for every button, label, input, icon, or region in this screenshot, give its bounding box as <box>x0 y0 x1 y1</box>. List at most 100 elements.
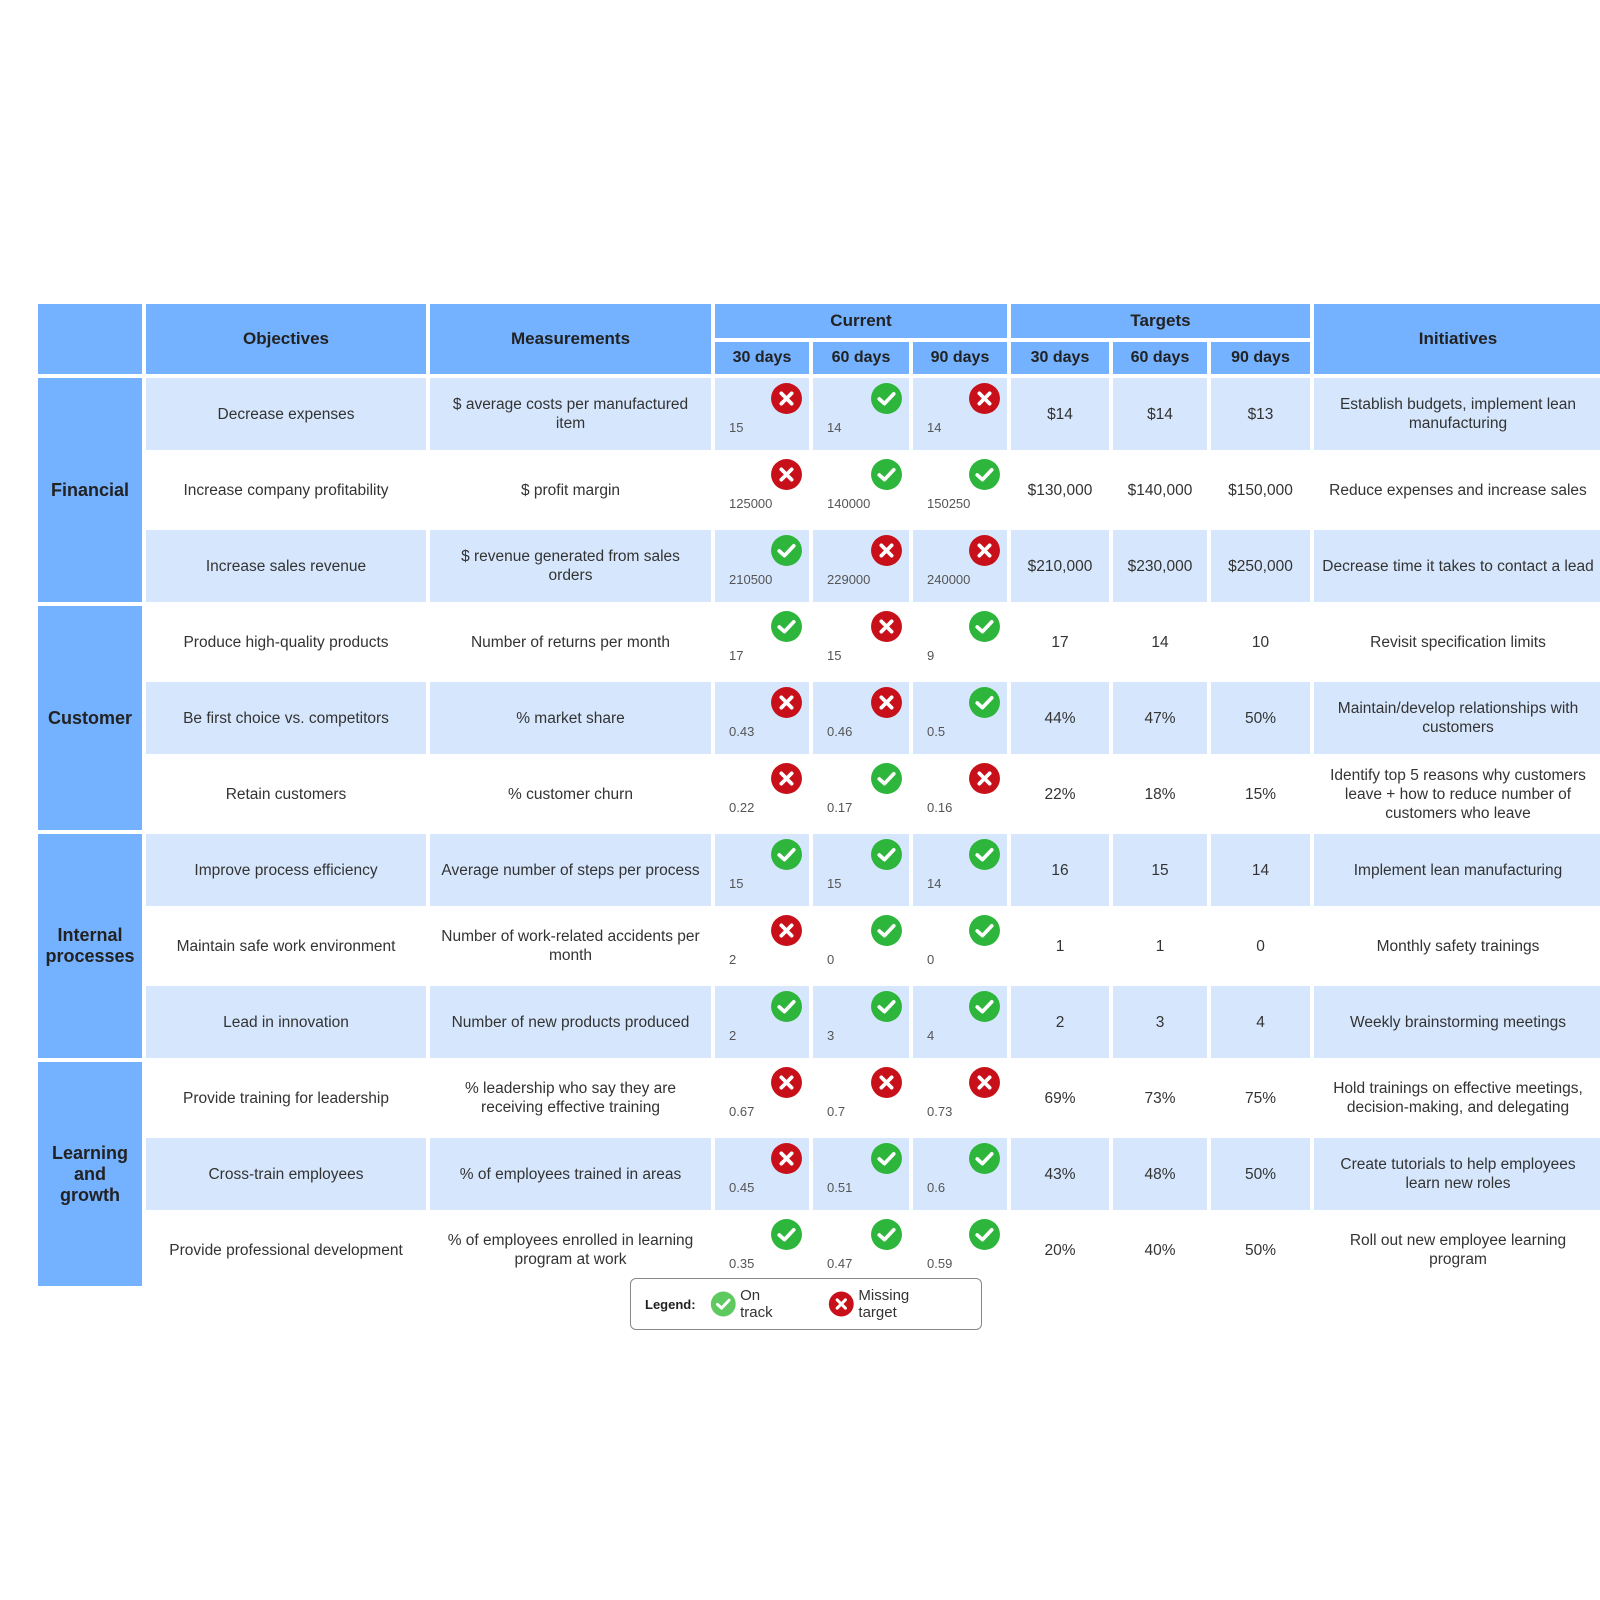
current-cell: 0.47 <box>813 1214 909 1286</box>
current-cell: 0.67 <box>715 1062 809 1134</box>
initiative-cell: Reduce expenses and increase sales <box>1329 481 1587 499</box>
current-value: 0 <box>827 952 835 967</box>
target-cell: 50% <box>1211 1138 1310 1210</box>
initiative-cell: Hold trainings on effective meetings, de… <box>1333 1080 1583 1116</box>
target-cell: 4 <box>1211 986 1310 1058</box>
target-cell: 1 <box>1055 937 1065 955</box>
objective-cell: Provide professional development <box>169 1241 403 1259</box>
header-current: Current <box>715 304 1007 338</box>
target-cell: 15 <box>1113 834 1207 906</box>
legend-missing: Missing target <box>828 1287 947 1321</box>
check-circle-icon <box>968 1142 1001 1175</box>
current-cell: 0.43 <box>715 682 809 754</box>
current-cell: 0.22 <box>715 758 809 830</box>
target-cell: $250,000 <box>1211 530 1310 602</box>
current-cell: 150250 <box>913 454 1007 526</box>
objective-cell: Maintain safe work environment <box>176 937 396 955</box>
measurement-cell: Number of returns per month <box>470 633 670 651</box>
current-value: 229000 <box>827 572 871 587</box>
x-circle-icon <box>968 534 1001 567</box>
legend-label: Legend: <box>645 1296 696 1312</box>
target-cell: $130,000 <box>1027 481 1093 499</box>
x-circle-icon <box>828 1291 854 1317</box>
target-cell: 20% <box>1044 1241 1076 1259</box>
measurement-cell: % of employees enrolled in learning prog… <box>447 1232 694 1268</box>
current-value: 9 <box>927 648 935 663</box>
target-cell: 16 <box>1011 834 1109 906</box>
check-circle-icon <box>870 1142 903 1175</box>
current-value: 0.45 <box>729 1180 755 1195</box>
header-current-30: 30 days <box>715 342 809 374</box>
check-circle-icon <box>968 686 1001 719</box>
current-cell: 15 <box>813 834 909 906</box>
current-value: 0.67 <box>729 1104 755 1119</box>
legend-on-track-text: On track <box>740 1287 773 1321</box>
initiative-cell: Maintain/develop relationships with cust… <box>1314 682 1600 754</box>
current-value: 210500 <box>729 572 773 587</box>
current-value: 0.46 <box>827 724 853 739</box>
check-circle-icon <box>968 1218 1001 1251</box>
balanced-scorecard-table: Objectives Measurements Current Targets … <box>38 304 1600 1286</box>
current-value: 0.51 <box>827 1180 853 1195</box>
initiative-cell: Weekly brainstorming meetings <box>1314 986 1600 1058</box>
x-circle-icon <box>770 914 803 947</box>
legend: Legend: On track Missing target <box>630 1278 982 1330</box>
current-cell: 240000 <box>913 530 1007 602</box>
target-cell: 43% <box>1011 1138 1109 1210</box>
current-value: 0.43 <box>729 724 755 739</box>
check-circle-icon <box>968 838 1001 871</box>
current-cell: 3 <box>813 986 909 1058</box>
current-value: 14 <box>827 420 842 435</box>
objective-cell: Decrease expenses <box>146 378 426 450</box>
target-cell: 69% <box>1044 1089 1076 1107</box>
check-circle-icon <box>770 534 803 567</box>
current-cell: 17 <box>715 606 809 678</box>
current-value: 17 <box>729 648 744 663</box>
current-cell: 14 <box>813 378 909 450</box>
legend-on-track: On track <box>710 1287 794 1321</box>
current-value: 125000 <box>729 496 773 511</box>
current-value: 15 <box>729 420 744 435</box>
x-circle-icon <box>968 1066 1001 1099</box>
current-cell: 15 <box>715 378 809 450</box>
current-value: 0.17 <box>827 800 853 815</box>
measurement-cell: % of employees trained in areas <box>430 1138 711 1210</box>
target-cell: 73% <box>1144 1089 1176 1107</box>
current-value: 2 <box>729 952 737 967</box>
target-cell: 48% <box>1113 1138 1207 1210</box>
target-cell: $230,000 <box>1113 530 1207 602</box>
x-circle-icon <box>968 382 1001 415</box>
current-value: 0.5 <box>927 724 946 739</box>
check-circle-icon <box>710 1291 736 1317</box>
initiative-cell: Roll out new employee learning program <box>1349 1232 1567 1268</box>
current-value: 14 <box>927 876 942 891</box>
check-circle-icon <box>968 458 1001 491</box>
target-cell: 14 <box>1151 633 1169 651</box>
x-circle-icon <box>770 762 803 795</box>
perspective-customer: Customer <box>38 606 142 830</box>
current-value: 0.47 <box>827 1256 853 1271</box>
x-circle-icon <box>870 686 903 719</box>
current-cell: 14 <box>913 378 1007 450</box>
target-cell: 1 <box>1155 937 1165 955</box>
initiative-cell: Establish budgets, implement lean manufa… <box>1314 378 1600 450</box>
current-value: 140000 <box>827 496 871 511</box>
current-value: 4 <box>927 1028 935 1043</box>
target-cell: 14 <box>1211 834 1310 906</box>
header-objectives: Objectives <box>146 304 426 374</box>
initiative-cell: Create tutorials to help employees learn… <box>1314 1138 1600 1210</box>
initiative-cell: Decrease time it takes to contact a lead <box>1314 530 1600 602</box>
x-circle-icon <box>870 610 903 643</box>
header-current-60: 60 days <box>813 342 909 374</box>
target-cell: 50% <box>1211 682 1310 754</box>
x-circle-icon <box>870 1066 903 1099</box>
target-cell: 40% <box>1144 1241 1176 1259</box>
current-cell: 140000 <box>813 454 909 526</box>
current-value: 14 <box>927 420 942 435</box>
current-cell: 229000 <box>813 530 909 602</box>
current-value: 0.6 <box>927 1180 946 1195</box>
target-cell: 47% <box>1113 682 1207 754</box>
target-cell: 3 <box>1113 986 1207 1058</box>
current-cell: 0.17 <box>813 758 909 830</box>
current-value: 15 <box>827 876 842 891</box>
